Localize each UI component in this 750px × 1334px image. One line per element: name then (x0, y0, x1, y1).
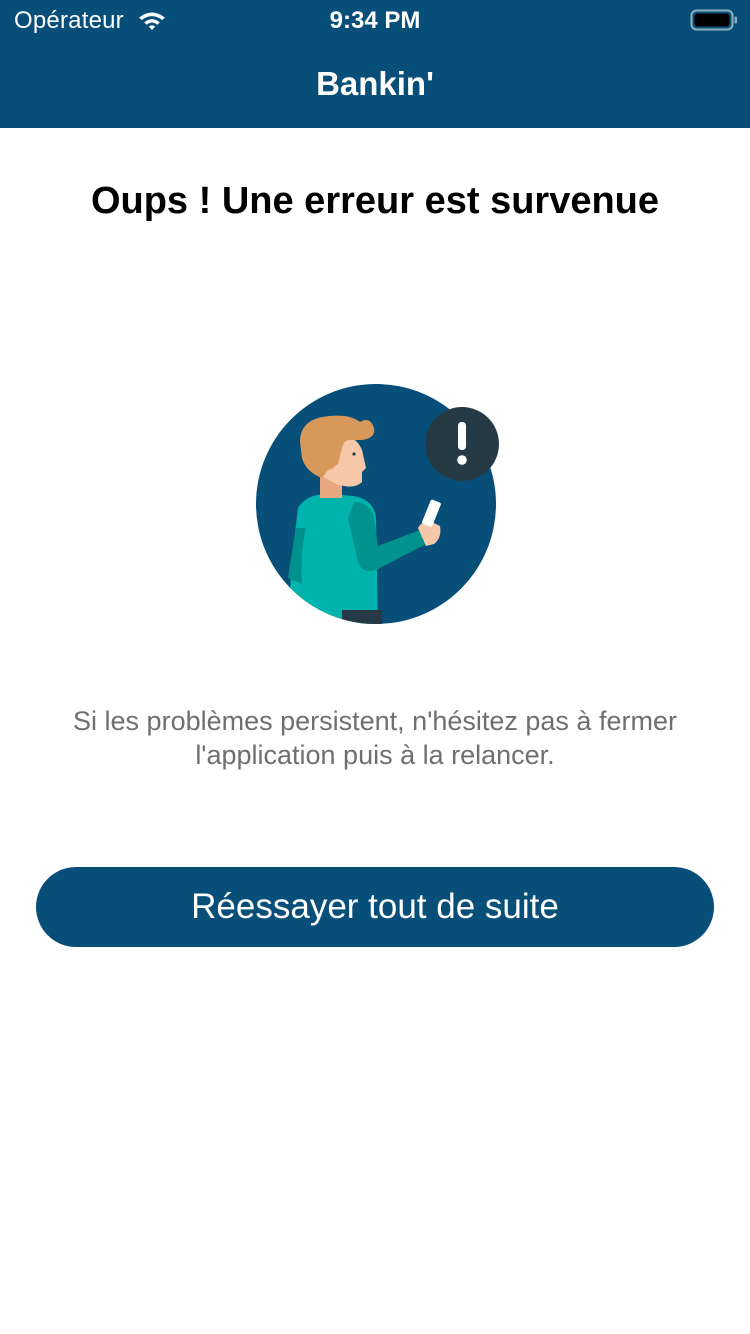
app-title: Bankin' (316, 65, 434, 102)
error-message-line-2: l'application puis à la relancer. (195, 740, 555, 770)
status-time: 9:34 PM (329, 7, 421, 34)
error-message-line-1: Si les problèmes persistent, n'hésitez p… (73, 706, 677, 736)
error-title: Oups ! Une erreur est survenue (90, 180, 660, 222)
retry-button[interactable]: Réessayer tout de suite (36, 867, 714, 947)
error-screen: Opérateur 9:34 PM Bankin' Oups ! Une err… (0, 0, 750, 1334)
top-bar: Opérateur 9:34 PM Bankin' (0, 0, 750, 128)
error-message: Si les problèmes persistent, n'hésitez p… (40, 704, 710, 772)
battery-icon (690, 9, 737, 31)
person-with-phone-illustration (256, 384, 499, 624)
